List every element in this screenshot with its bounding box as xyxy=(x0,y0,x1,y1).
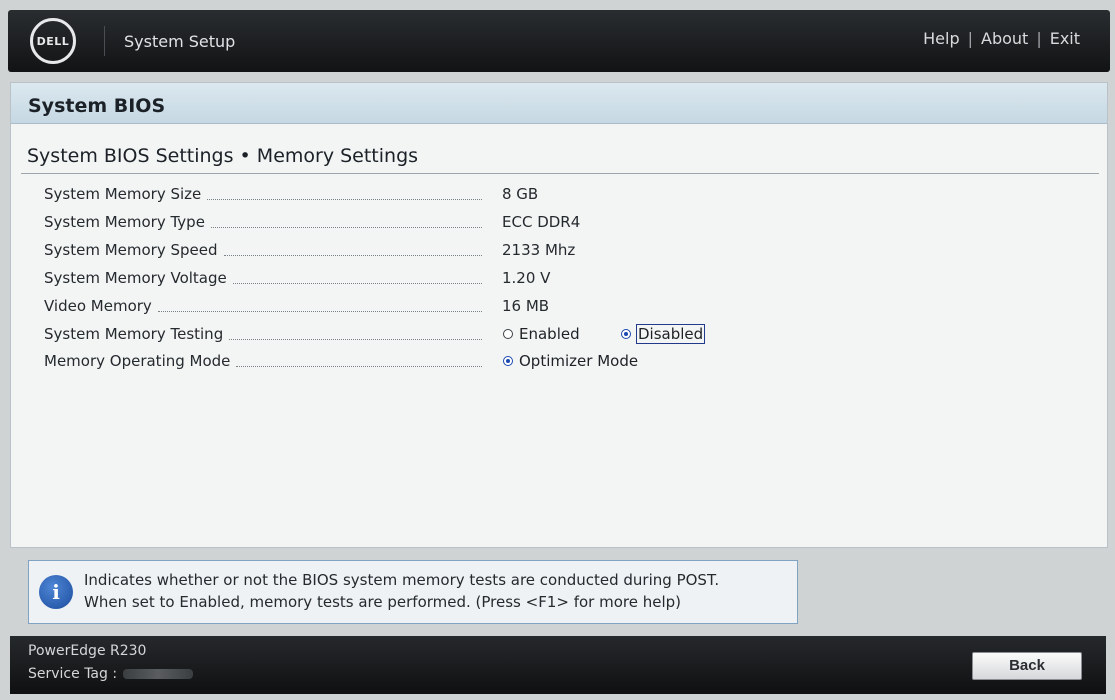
leader-dots xyxy=(157,300,482,312)
radio-button-selected-icon xyxy=(503,356,513,366)
setting-label: System Memory Type xyxy=(44,213,205,231)
setting-label: System Memory Size xyxy=(44,185,202,203)
redacted-service-tag xyxy=(123,669,194,679)
setting-row-memory-operating-mode: Memory Operating Mode Optimizer Mode xyxy=(44,352,1084,376)
leader-dots xyxy=(229,328,482,340)
page-heading: System BIOS Settings • Memory Settings xyxy=(27,145,419,167)
panel-header: System BIOS xyxy=(11,83,1107,124)
help-line-1: Indicates whether or not the BIOS system… xyxy=(84,571,720,589)
model-name: PowerEdge R230 xyxy=(28,643,147,659)
setting-row-memory-size: System Memory Size 8 GB xyxy=(44,185,1084,209)
radio-optimizer-mode[interactable]: Optimizer Mode xyxy=(503,352,638,370)
dell-logo: DELL xyxy=(30,18,76,64)
leader-dots xyxy=(232,272,482,284)
exit-link[interactable]: Exit xyxy=(1050,29,1080,48)
setting-row-memory-testing: System Memory Testing Enabled Disabled xyxy=(44,324,1084,349)
leader-dots xyxy=(223,244,482,256)
setting-label: System Memory Voltage xyxy=(44,269,227,287)
panel-title: System BIOS xyxy=(28,95,166,117)
leader-dots xyxy=(207,188,482,200)
about-link[interactable]: About xyxy=(981,29,1028,48)
header-divider xyxy=(104,26,105,56)
radio-label: Enabled xyxy=(519,325,580,343)
setting-value: ECC DDR4 xyxy=(502,213,581,231)
setting-value: 1.20 V xyxy=(502,269,551,287)
radio-enabled[interactable]: Enabled xyxy=(503,325,580,343)
header-links: Help | About | Exit xyxy=(923,29,1080,48)
app-title: System Setup xyxy=(124,32,236,51)
link-separator: | xyxy=(967,29,973,48)
setting-value: 2133 Mhz xyxy=(502,241,576,259)
setting-label: Video Memory xyxy=(44,297,152,315)
radio-button-icon xyxy=(503,329,513,339)
back-button[interactable]: Back xyxy=(972,652,1082,680)
leader-dots xyxy=(236,355,482,367)
footer-bar: PowerEdge R230 Service Tag : Back xyxy=(10,636,1106,694)
info-icon: i xyxy=(39,575,73,609)
help-text: Indicates whether or not the BIOS system… xyxy=(84,569,719,613)
radio-label: Disabled xyxy=(635,324,706,344)
setting-value: 16 MB xyxy=(502,297,550,315)
setting-row-video-memory: Video Memory 16 MB xyxy=(44,297,1084,321)
service-tag-label: Service Tag : xyxy=(28,666,118,682)
setting-value: 8 GB xyxy=(502,185,539,203)
help-link[interactable]: Help xyxy=(923,29,959,48)
link-separator: | xyxy=(1036,29,1042,48)
leader-dots xyxy=(210,216,482,228)
service-tag: Service Tag : xyxy=(28,666,194,682)
help-line-2: When set to Enabled, memory tests are pe… xyxy=(84,593,682,611)
settings-panel: System BIOS System BIOS Settings • Memor… xyxy=(10,82,1108,548)
setting-label: Memory Operating Mode xyxy=(44,352,231,370)
heading-divider xyxy=(21,173,1099,174)
setting-row-memory-speed: System Memory Speed 2133 Mhz xyxy=(44,241,1084,265)
top-bar: DELL System Setup Help | About | Exit xyxy=(8,10,1110,72)
setting-label: System Memory Speed xyxy=(44,241,218,259)
setting-row-memory-type: System Memory Type ECC DDR4 xyxy=(44,213,1084,237)
setting-row-memory-voltage: System Memory Voltage 1.20 V xyxy=(44,269,1084,293)
radio-label: Optimizer Mode xyxy=(519,352,639,370)
radio-disabled[interactable]: Disabled xyxy=(621,324,706,344)
help-box: i Indicates whether or not the BIOS syst… xyxy=(28,560,798,624)
radio-button-selected-icon xyxy=(621,329,631,339)
setting-label: System Memory Testing xyxy=(44,325,224,343)
